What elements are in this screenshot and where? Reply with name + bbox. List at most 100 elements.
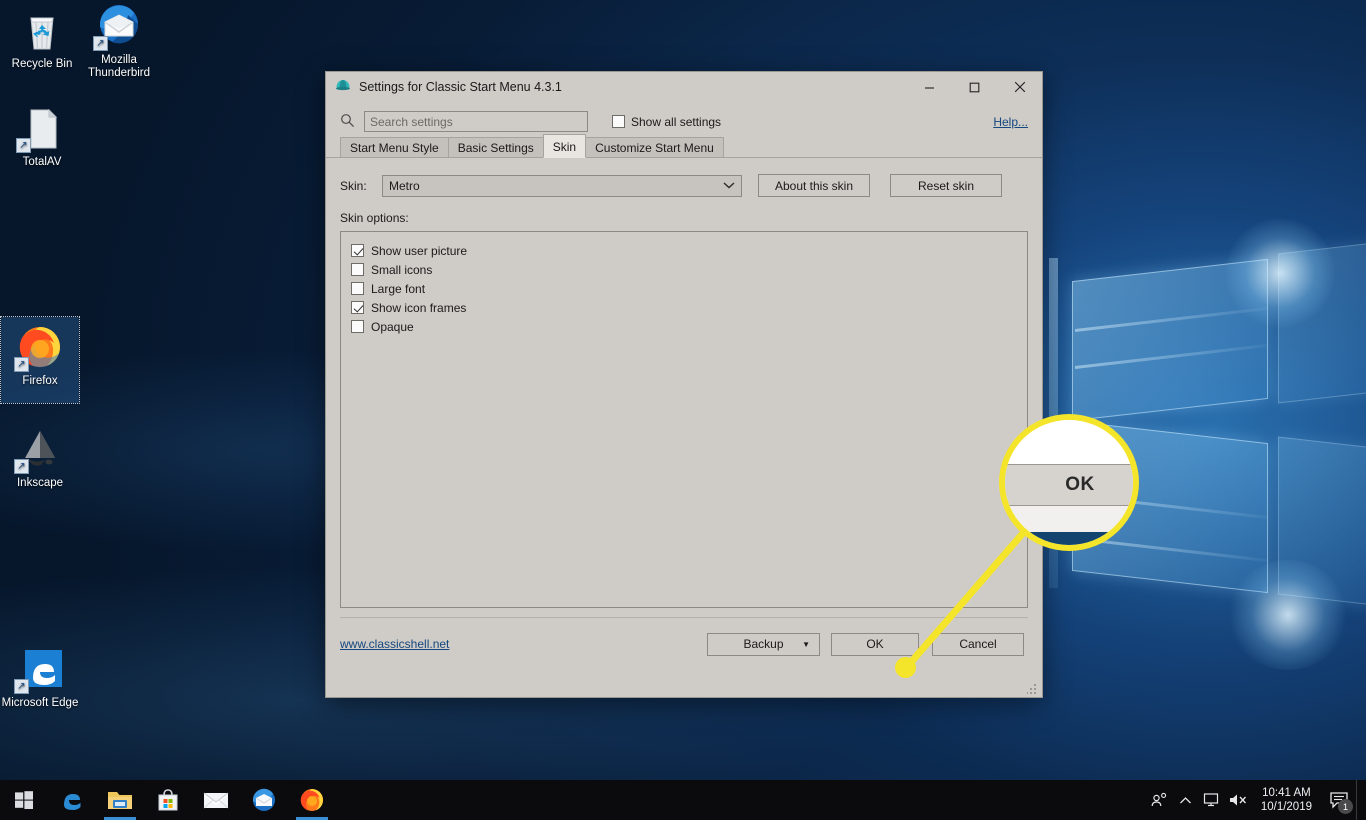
checkbox-box[interactable] — [351, 244, 364, 257]
tab-start-menu-style[interactable]: Start Menu Style — [340, 137, 449, 157]
skin-tab-panel: Skin: Metro About this skin Reset skin S… — [326, 158, 1042, 608]
desktop-icon-edge[interactable]: ↗ Microsoft Edge — [1, 645, 79, 710]
edge-icon: ↗ — [14, 645, 64, 694]
skin-option-small-icons[interactable]: Small icons — [351, 260, 1017, 279]
tab-bar[interactable]: Start Menu Style Basic Settings Skin Cus… — [326, 134, 1042, 158]
classic-shell-icon — [335, 78, 351, 97]
reset-skin-button[interactable]: Reset skin — [890, 174, 1002, 197]
desktop-icon-inkscape[interactable]: ↗ Inkscape — [1, 425, 79, 490]
skin-select[interactable]: Metro — [382, 174, 742, 197]
desktop-icon-thunderbird[interactable]: ↗ Mozilla Thunderbird — [80, 2, 158, 80]
shortcut-arrow-icon: ↗ — [14, 679, 29, 694]
desktop-icon-totalav[interactable]: ↗ TotalAV — [3, 104, 81, 169]
search-area[interactable] — [340, 111, 588, 132]
maximize-button[interactable] — [952, 72, 997, 103]
taskbar-item-microsoft-store[interactable] — [144, 780, 192, 820]
skin-option-show-icon-frames[interactable]: Show icon frames — [351, 298, 1017, 317]
checkbox-box[interactable] — [612, 115, 625, 128]
skin-options-label: Skin options: — [340, 211, 409, 225]
windows-start-icon — [15, 791, 33, 809]
close-button[interactable] — [997, 72, 1042, 103]
firefox-icon — [300, 789, 324, 811]
shortcut-arrow-icon: ↗ — [14, 459, 29, 474]
desktop-icon-firefox[interactable]: ↗ Firefox — [0, 316, 80, 404]
window-controls[interactable] — [907, 72, 1042, 103]
shortcut-arrow-icon: ↗ — [14, 357, 29, 372]
chevron-up-icon[interactable] — [1173, 780, 1199, 820]
skin-option-opaque[interactable]: Opaque — [351, 317, 1017, 336]
taskbar-item-thunderbird[interactable] — [240, 780, 288, 820]
footer-buttons[interactable]: Backup ▼ OK Cancel — [707, 632, 1024, 656]
show-desktop-button[interactable] — [1356, 780, 1362, 820]
people-icon[interactable] — [1147, 780, 1173, 820]
callout-circle: OK — [999, 414, 1139, 551]
callout-background-bottom — [1005, 506, 1133, 532]
skin-options-list[interactable]: Show user picture Small icons Large font… — [340, 231, 1028, 608]
desktop-icon-label: TotalAV — [22, 156, 62, 168]
firefox-icon: ↗ — [14, 323, 64, 372]
dialog-titlebar[interactable]: Settings for Classic Start Menu 4.3.1 — [326, 72, 1042, 103]
checkbox-box[interactable] — [351, 282, 364, 295]
search-input[interactable] — [364, 111, 588, 132]
tab-customize-start-menu[interactable]: Customize Start Menu — [585, 137, 724, 157]
backup-button-label: Backup — [743, 637, 784, 651]
action-center-button[interactable]: 1 — [1322, 780, 1356, 820]
file-explorer-icon — [108, 792, 132, 809]
skin-option-label: Show icon frames — [371, 300, 467, 315]
edge-icon — [64, 794, 81, 810]
skin-option-label: Show user picture — [371, 243, 468, 258]
skin-selected-value: Metro — [389, 178, 420, 193]
skin-row[interactable]: Skin: Metro About this skin Reset skin — [340, 174, 1028, 197]
desktop-icon-label: Microsoft Edge — [1, 697, 79, 709]
caret-down-icon: ▼ — [802, 639, 810, 649]
tab-basic-settings[interactable]: Basic Settings — [447, 137, 544, 157]
network-icon[interactable] — [1199, 780, 1225, 820]
callout-background-desktop — [1005, 532, 1133, 545]
classicshell-website-link[interactable]: www.classicshell.net — [340, 637, 449, 651]
start-button[interactable] — [0, 780, 48, 820]
callout-background-top — [1005, 420, 1133, 464]
about-this-skin-button[interactable]: About this skin — [758, 174, 870, 197]
clock-time: 10:41 AM — [1262, 787, 1311, 799]
help-link[interactable]: Help... — [993, 115, 1028, 129]
desktop-icon-label: Inkscape — [16, 477, 64, 489]
desktop[interactable]: Recycle Bin ↗ Mozilla Thunderbird ↗ Tota… — [0, 0, 1366, 820]
thunderbird-icon — [252, 788, 275, 811]
skin-option-large-font[interactable]: Large font — [351, 279, 1017, 298]
clock-date: 10/1/2019 — [1260, 801, 1312, 813]
resize-grip[interactable] — [1027, 683, 1038, 694]
backup-button[interactable]: Backup ▼ — [707, 632, 820, 656]
skin-option-label: Opaque — [371, 319, 414, 334]
skin-option-show-user-picture[interactable]: Show user picture — [351, 241, 1017, 260]
document-icon: ↗ — [16, 104, 66, 153]
recycle-bin-icon — [18, 6, 66, 54]
dialog-footer[interactable]: www.classicshell.net Backup ▼ OK Cancel — [326, 618, 1042, 670]
taskbar-item-firefox[interactable] — [288, 780, 336, 820]
skin-option-label: Small icons — [371, 262, 433, 277]
show-all-settings-label: Show all settings — [631, 114, 722, 129]
taskbar-item-edge[interactable] — [48, 780, 96, 820]
callout-anchor-dot — [895, 657, 916, 678]
checkbox-box[interactable] — [351, 320, 364, 333]
tab-skin[interactable]: Skin — [542, 134, 587, 158]
show-all-settings-checkbox[interactable]: Show all settings — [612, 115, 721, 129]
speaker-muted-icon[interactable] — [1225, 780, 1251, 820]
ok-button[interactable]: OK — [831, 632, 919, 656]
callout-ok-button: OK — [1005, 464, 1133, 506]
taskbar-item-mail[interactable] — [192, 780, 240, 820]
settings-dialog[interactable]: Settings for Classic Start Menu 4.3.1 Se… — [325, 71, 1043, 698]
search-icon — [340, 113, 355, 131]
cancel-button[interactable]: Cancel — [932, 632, 1024, 656]
minimize-button[interactable] — [907, 72, 952, 103]
system-tray[interactable]: 10:41 AM 10/1/2019 1 — [1147, 780, 1366, 820]
inkscape-icon: ↗ — [14, 425, 64, 474]
taskbar-clock[interactable]: 10:41 AM 10/1/2019 — [1251, 786, 1322, 814]
checkbox-box[interactable] — [351, 263, 364, 276]
shortcut-arrow-icon: ↗ — [93, 36, 108, 51]
desktop-icon-recycle-bin[interactable]: Recycle Bin — [3, 6, 81, 71]
checkbox-box[interactable] — [351, 301, 364, 314]
dialog-toolbar[interactable]: Show all settings Help... — [326, 103, 1042, 136]
taskbar[interactable]: 10:41 AM 10/1/2019 1 — [0, 780, 1366, 820]
taskbar-item-file-explorer[interactable] — [96, 780, 144, 820]
dialog-title: Settings for Classic Start Menu 4.3.1 — [359, 80, 562, 94]
